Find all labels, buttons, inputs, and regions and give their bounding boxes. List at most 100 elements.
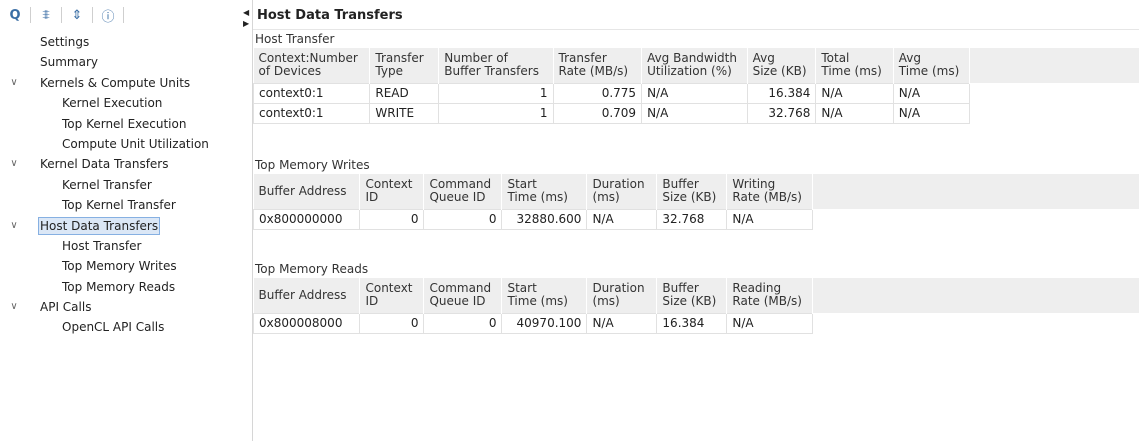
column-header[interactable]: Buffer Size (KB) (656, 174, 728, 209)
table-cell: 32880.600 (501, 208, 588, 230)
tree-item-api-calls[interactable]: ∨ API Calls (0, 297, 252, 317)
tree-item-label: API Calls (40, 300, 92, 315)
column-header[interactable]: Context ID (359, 174, 425, 209)
tree-item-label: Host Transfer (62, 238, 142, 253)
column-header-line: Size (KB) (662, 190, 717, 205)
table-row[interactable]: context0:1 READ 1 0.775 N/A 16.384 N/A N… (252, 82, 1139, 104)
expand-all-icon[interactable]: ⇕ (68, 6, 86, 24)
table-cell: 0x800008000 (252, 312, 361, 334)
column-header[interactable]: Avg Bandwidth Utilization (%) (641, 48, 748, 83)
tree-item-summary[interactable]: Summary (0, 52, 252, 72)
tree-item-settings[interactable]: Settings (0, 32, 252, 52)
column-header-line: Rate (MB/s) (732, 294, 802, 309)
table-cell: 0.775 (552, 82, 643, 104)
tree-item-host-data-transfers[interactable]: ∨ Host Data Transfers (0, 216, 252, 236)
column-header-line: of Devices (258, 64, 322, 79)
column-header-line: Size (KB) (752, 64, 807, 79)
table-header-row: Buffer Address Context ID Command Queue ID… (253, 174, 1139, 209)
column-header-line: Size (KB) (662, 294, 717, 309)
top-memory-writes-table: Buffer Address Context ID Command Queue ID… (252, 174, 1139, 230)
table-cell: 32.768 (746, 102, 817, 124)
column-header[interactable]: Start Time (ms) (501, 278, 588, 313)
report-tree: Settings Summary ∨ Kernels & Compute Unit… (0, 30, 252, 338)
tree-item-label: Kernel Execution (62, 96, 163, 111)
search-icon[interactable]: Q (6, 6, 24, 24)
expand-right-arrow-icon[interactable]: ▶ (243, 19, 253, 28)
toolbar-divider (61, 7, 62, 23)
tree-item-compute-unit-utilization[interactable]: Compute Unit Utilization (0, 134, 252, 154)
column-header[interactable]: Command Queue ID (423, 174, 503, 209)
tree-item-kernel-execution[interactable]: Kernel Execution (0, 93, 252, 113)
chevron-down-icon[interactable]: ∨ (8, 216, 20, 236)
toolbar-divider (92, 7, 93, 23)
tree-item-label: Summary (40, 55, 98, 70)
table-cell: N/A (726, 312, 814, 334)
tree-item-kernel-transfer[interactable]: Kernel Transfer (0, 175, 252, 195)
table-cell: N/A (726, 208, 814, 230)
tree-item-label: Kernel Transfer (62, 177, 152, 192)
row-filler (970, 83, 1139, 103)
tree-item-top-kernel-transfer[interactable]: Top Kernel Transfer (0, 195, 252, 215)
column-header-line: Type (375, 64, 403, 79)
table-header-row: Buffer Address Context ID Command Queue ID… (253, 278, 1139, 313)
chevron-down-icon[interactable]: ∨ (8, 297, 20, 317)
info-icon[interactable]: ⓘ (99, 6, 117, 25)
column-header[interactable]: Avg Size (KB) (747, 48, 817, 83)
tree-item-label: Compute Unit Utilization (62, 136, 209, 151)
tree-item-label: OpenCL API Calls (62, 320, 165, 335)
column-header[interactable]: Number of Buffer Transfers (438, 48, 554, 83)
table-row[interactable]: context0:1 WRITE 1 0.709 N/A 32.768 N/A … (252, 102, 1139, 124)
tree-item-top-memory-writes[interactable]: Top Memory Writes (0, 256, 252, 276)
chevron-down-icon[interactable]: ∨ (8, 154, 20, 174)
toolbar-divider (123, 7, 124, 23)
column-header[interactable]: Buffer Size (KB) (656, 278, 728, 313)
column-header-line: Rate (MB/s) (732, 190, 802, 205)
tree-item-label: Settings (40, 35, 90, 49)
section-heading-top-memory-writes: Top Memory Writes (255, 158, 370, 172)
table-cell: 40970.100 (501, 312, 588, 334)
column-header[interactable]: Context:Number of Devices (253, 48, 371, 83)
navigation-toolbar: Q ⩨ ⇕ ⓘ (0, 0, 252, 30)
column-header-line: Buffer Transfers (444, 64, 539, 79)
tree-item-top-memory-reads[interactable]: Top Memory Reads (0, 277, 252, 297)
tree-item-opencl-api-calls[interactable]: OpenCL API Calls (0, 317, 252, 337)
tree-item-host-transfer[interactable]: Host Transfer (0, 236, 252, 256)
collapse-all-icon[interactable]: ⩨ (37, 6, 55, 24)
column-header-line: (ms) (592, 294, 620, 309)
table-row[interactable]: 0x800000000 0 0 32880.600 N/A 32.768 N/A (252, 208, 1139, 230)
tree-item-kernels-compute-units[interactable]: ∨ Kernels & Compute Units (0, 73, 252, 93)
pane-splitter[interactable]: ◀ ▶ (243, 8, 253, 38)
column-header[interactable]: Buffer Address (253, 174, 361, 209)
column-header-line: Time (ms) (898, 64, 960, 79)
table-cell: 16.384 (656, 312, 728, 334)
table-cell: 16.384 (746, 82, 817, 104)
row-filler (813, 209, 1139, 229)
column-header-line: Rate (MB/s) (558, 64, 629, 79)
column-header[interactable]: Transfer Rate (MB/s) (553, 48, 643, 83)
column-header[interactable]: Duration (ms) (586, 278, 658, 313)
column-header-line: Time (ms) (507, 190, 568, 205)
column-header-line: Time (ms) (507, 294, 568, 309)
column-header[interactable]: Duration (ms) (586, 174, 658, 209)
table-cell: 32.768 (656, 208, 728, 230)
table-cell: 0x800000000 (252, 208, 361, 230)
column-header[interactable]: Reading Rate (MB/s) (726, 278, 814, 313)
column-header[interactable]: Buffer Address (253, 278, 361, 313)
table-cell: 1 (438, 82, 554, 104)
report-content: Host Data Transfers Host Transfer Contex… (252, 0, 1139, 441)
tree-item-top-kernel-execution[interactable]: Top Kernel Execution (0, 114, 252, 134)
chevron-down-icon[interactable]: ∨ (8, 73, 20, 93)
column-header[interactable]: Total Time (ms) (815, 48, 894, 83)
column-header[interactable]: Context ID (359, 278, 425, 313)
collapse-left-arrow-icon[interactable]: ◀ (243, 8, 253, 17)
table-cell: N/A (641, 82, 748, 104)
column-header[interactable]: Command Queue ID (423, 278, 503, 313)
table-cell: N/A (586, 312, 658, 334)
tree-item-kernel-data-transfers[interactable]: ∨ Kernel Data Transfers (0, 154, 252, 174)
column-header[interactable]: Writing Rate (MB/s) (726, 174, 814, 209)
column-header[interactable]: Avg Time (ms) (893, 48, 971, 83)
header-filler (969, 48, 1139, 83)
column-header[interactable]: Start Time (ms) (501, 174, 588, 209)
table-row[interactable]: 0x800008000 0 0 40970.100 N/A 16.384 N/A (252, 312, 1139, 334)
column-header[interactable]: Transfer Type (369, 48, 440, 83)
